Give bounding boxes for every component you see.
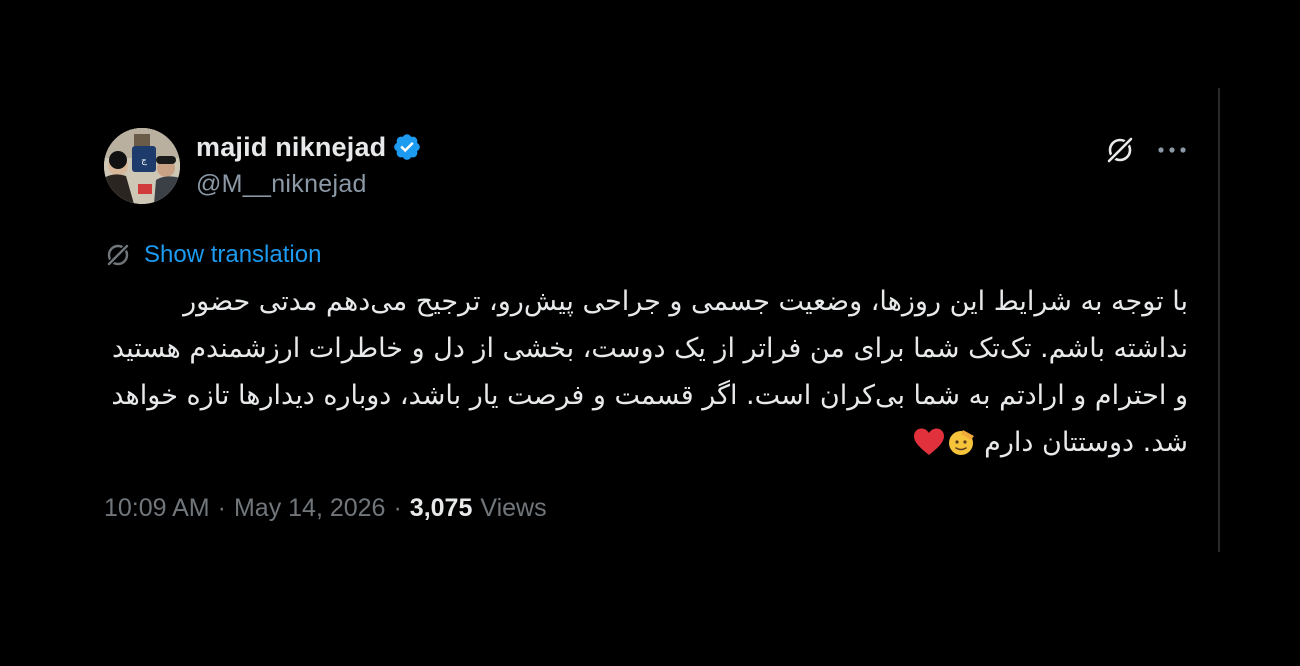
svg-text:ج: ج	[141, 156, 147, 166]
red-heart-icon	[912, 425, 946, 472]
author-names: majid niknejad @M__niknejad	[196, 130, 422, 199]
author-handle[interactable]: @M__niknejad	[196, 170, 422, 199]
meta-separator: ·	[217, 494, 226, 522]
header-actions	[1102, 130, 1190, 170]
timeline-divider	[1218, 88, 1220, 552]
tweet-text: با توجه به شرایط این روزها، وضعیت جسمی و…	[104, 278, 1188, 472]
display-name-row: majid niknejad	[196, 130, 422, 164]
tweet-body: با توجه به شرایط این روزها، وضعیت جسمی و…	[111, 286, 1188, 458]
display-name[interactable]: majid niknejad	[196, 132, 386, 163]
saluting-face-icon	[946, 425, 976, 472]
tweet-header: ج majid niknejad @M__niknejad	[104, 124, 1190, 208]
views-label[interactable]: Views	[480, 494, 546, 523]
grok-icon[interactable]	[1102, 132, 1138, 168]
tweet-card: ج majid niknejad @M__niknejad Show trans…	[104, 124, 1190, 544]
verified-badge-icon[interactable]	[392, 132, 422, 162]
more-icon[interactable]	[1154, 132, 1190, 168]
tweet-date[interactable]: May 14, 2026	[234, 494, 386, 523]
avatar[interactable]: ج	[104, 128, 180, 204]
translation-row: Show translation	[104, 238, 321, 272]
views-count[interactable]: 3,075	[410, 494, 473, 523]
show-translation-link[interactable]: Show translation	[144, 241, 321, 269]
meta-separator: ·	[393, 494, 402, 522]
avatar-photo-icon: ج	[104, 128, 180, 204]
tweet-meta: 10:09 AM · May 14, 2026 · 3,075 Views	[104, 494, 547, 528]
translate-icon	[104, 241, 132, 269]
tweet-time[interactable]: 10:09 AM	[104, 494, 210, 523]
